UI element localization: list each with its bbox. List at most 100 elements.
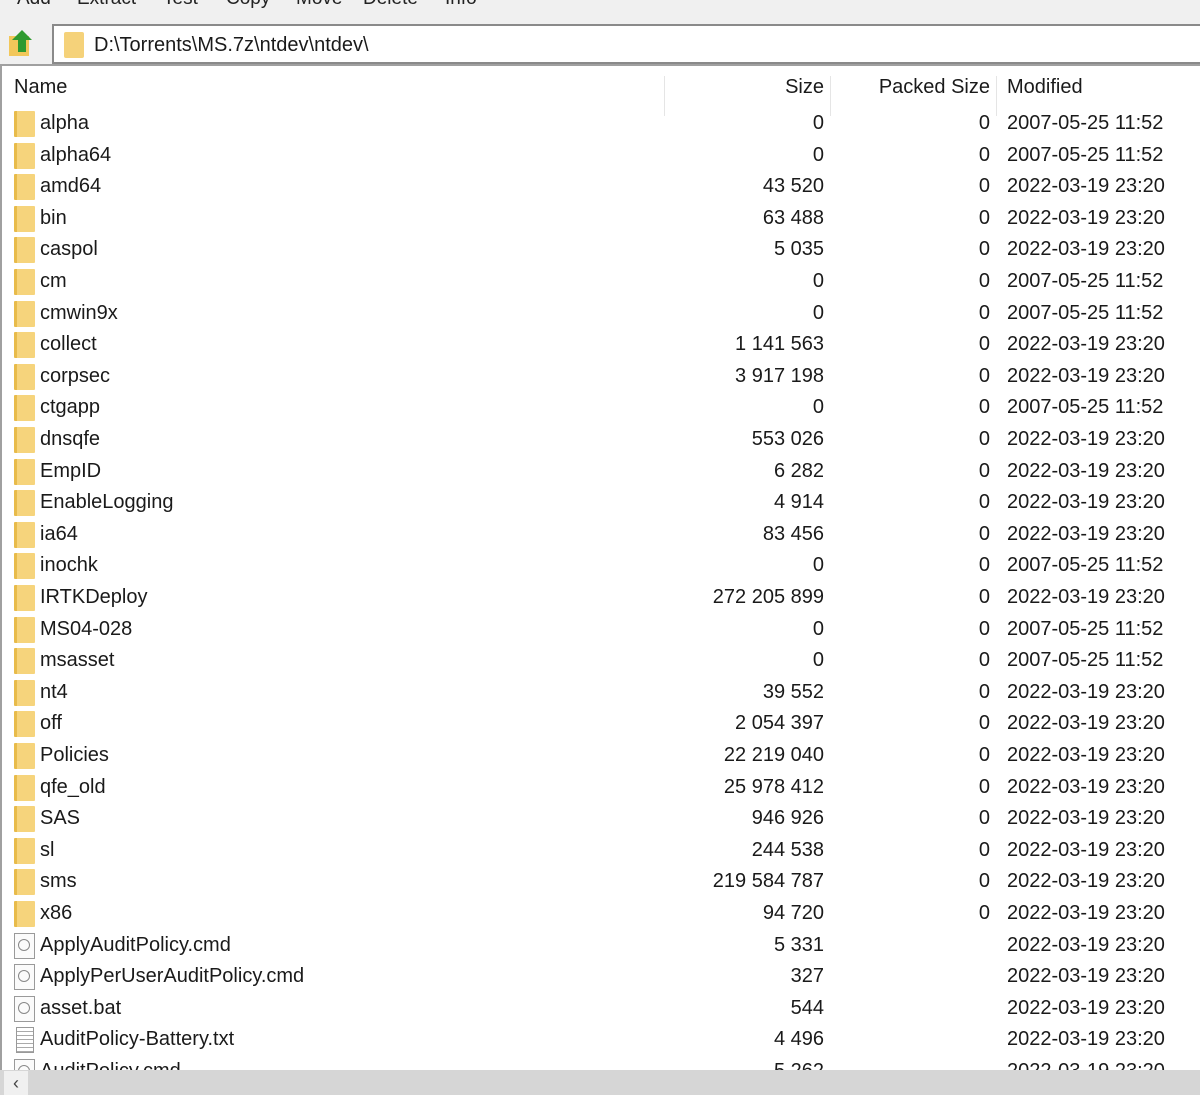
packed-size: 0 (978, 586, 990, 608)
modified-date: 2022-03-19 23:20 (1007, 870, 1165, 893)
table-row[interactable]: EnableLogging 4 914 0 2022-03-19 23:20 (2, 487, 1200, 519)
table-row[interactable]: collect 1 141 563 0 2022-03-19 23:20 (2, 329, 1200, 361)
up-folder-button[interactable] (6, 28, 38, 58)
delete-button[interactable]: Delete (363, 0, 418, 10)
folder-icon (14, 869, 35, 896)
file-size: 83 456 (762, 522, 824, 545)
table-row[interactable]: bin 63 488 0 2022-03-19 23:20 (2, 203, 1200, 235)
file-size: 0 (812, 270, 824, 292)
column-packed-size[interactable]: Packed Size (879, 76, 990, 99)
table-row[interactable]: cm 0 0 2007-05-25 11:52 (2, 266, 1200, 298)
folder-icon (14, 269, 35, 295)
table-row[interactable]: off 2 054 397 0 2022-03-19 23:20 (2, 708, 1200, 740)
modified-date: 2022-03-19 23:20 (1007, 933, 1165, 956)
add-button[interactable]: Add (17, 0, 51, 10)
table-row[interactable]: MS04-028 0 0 2007-05-25 11:52 (2, 614, 1200, 646)
packed-size: 0 (978, 680, 990, 703)
modified-date: 2022-03-19 23:20 (1007, 807, 1165, 830)
table-row[interactable]: ia64 83 456 0 2022-03-19 23:20 (2, 519, 1200, 551)
column-size[interactable]: Size (785, 76, 824, 99)
file-list[interactable]: Name Size Packed Size Modified alpha 0 0 20… (0, 64, 1200, 1070)
info-button[interactable]: Info (445, 0, 477, 10)
file-size: 327 (790, 965, 824, 988)
table-row[interactable]: dnsqfe 553 026 0 2022-03-19 23:20 (2, 424, 1200, 456)
modified-date: 2007-05-25 11:52 (1007, 112, 1164, 134)
folder-icon (14, 774, 35, 801)
table-row[interactable]: ApplyAuditPolicy.cmd 5 331 2022-03-19 23:2… (2, 930, 1200, 962)
table-row[interactable]: AuditPolicy.cmd 5 262 2022-03-19 23:20 (2, 1056, 1200, 1070)
address-bar[interactable]: D:\Torrents\MS.7z\ntdev\ntdev\ (52, 24, 1200, 64)
file-size: 43 520 (762, 175, 824, 198)
table-row[interactable]: AuditPolicy-Battery.txt 4 496 2022-03-19 2… (2, 1024, 1200, 1056)
file-name: msasset (40, 649, 115, 672)
modified-date: 2022-03-19 23:20 (1007, 965, 1165, 988)
modified-date: 2007-05-25 11:52 (1007, 649, 1164, 672)
modified-date: 2007-05-25 11:52 (1007, 301, 1164, 324)
file-name: caspol (40, 238, 98, 261)
packed-size: 0 (978, 301, 990, 324)
file-name: ia64 (40, 522, 78, 545)
folder-up-icon (9, 30, 32, 56)
modified-date: 2007-05-25 11:52 (1007, 617, 1164, 640)
file-name: ApplyAuditPolicy.cmd (40, 933, 231, 956)
table-row[interactable]: SAS 946 926 0 2022-03-19 23:20 (2, 803, 1200, 835)
file-size: 5 035 (773, 238, 824, 261)
packed-size: 0 (978, 554, 990, 577)
table-row[interactable]: amd64 43 520 0 2022-03-19 23:20 (2, 171, 1200, 203)
address-path[interactable]: D:\Torrents\MS.7z\ntdev\ntdev\ (94, 34, 369, 57)
packed-size: 0 (978, 428, 990, 450)
table-row[interactable]: alpha 0 0 2007-05-25 11:52 (2, 108, 1200, 140)
table-row[interactable]: x86 94 720 0 2022-03-19 23:20 (2, 898, 1200, 930)
table-row[interactable]: sl 244 538 0 2022-03-19 23:20 (2, 835, 1200, 867)
file-size: 946 926 (751, 807, 824, 830)
file-size: 219 584 787 (712, 870, 824, 893)
table-row[interactable]: ctgapp 0 0 2007-05-25 11:52 (2, 392, 1200, 424)
table-row[interactable]: caspol 5 035 0 2022-03-19 23:20 (2, 234, 1200, 266)
table-row[interactable]: EmpID 6 282 0 2022-03-19 23:20 (2, 456, 1200, 488)
file-name: cmwin9x (40, 301, 118, 324)
file-size: 22 219 040 (723, 744, 824, 766)
table-row[interactable]: corpsec 3 917 198 0 2022-03-19 23:20 (2, 361, 1200, 393)
table-row[interactable]: IRTKDeploy 272 205 899 0 2022-03-19 23:20 (2, 582, 1200, 614)
table-row[interactable]: asset.bat 544 2022-03-19 23:20 (2, 993, 1200, 1025)
move-button[interactable]: Move (296, 0, 342, 10)
file-size: 4 914 (773, 491, 824, 514)
file-size: 0 (812, 112, 824, 134)
file-name: amd64 (40, 175, 102, 198)
modified-date: 2022-03-19 23:20 (1007, 428, 1165, 450)
modified-date: 2007-05-25 11:52 (1007, 396, 1164, 419)
table-row[interactable]: qfe_old 25 978 412 0 2022-03-19 23:20 (2, 772, 1200, 804)
file-size: 553 026 (751, 428, 824, 450)
file-size: 1 141 563 (735, 333, 824, 356)
file-name: dnsqfe (40, 428, 101, 450)
file-size: 0 (812, 301, 824, 324)
column-modified[interactable]: Modified (1007, 76, 1083, 99)
file-size: 2 054 397 (735, 712, 824, 735)
table-row[interactable]: ApplyPerUserAuditPolicy.cmd 327 2022-03-19… (2, 961, 1200, 993)
table-row[interactable]: alpha64 0 0 2007-05-25 11:52 (2, 140, 1200, 172)
modified-date: 2022-03-19 23:20 (1007, 522, 1165, 545)
modified-date: 2022-03-19 23:20 (1007, 996, 1165, 1019)
column-name[interactable]: Name (14, 76, 67, 99)
file-size: 0 (812, 649, 824, 672)
file-name: sms (40, 870, 77, 893)
table-row[interactable]: nt4 39 552 0 2022-03-19 23:20 (2, 677, 1200, 709)
packed-size: 0 (978, 112, 990, 134)
table-row[interactable]: sms 219 584 787 0 2022-03-19 23:20 (2, 866, 1200, 898)
folder-icon (64, 32, 84, 58)
table-row[interactable]: inochk 0 0 2007-05-25 11:52 (2, 550, 1200, 582)
extract-button[interactable]: Extract (77, 0, 136, 10)
table-row[interactable]: Policies 22 219 040 0 2022-03-19 23:20 (2, 740, 1200, 772)
file-name: bin (40, 206, 67, 229)
table-row[interactable]: cmwin9x 0 0 2007-05-25 11:52 (2, 298, 1200, 330)
folder-icon (14, 553, 35, 580)
column-header: Name Size Packed Size Modified (2, 66, 1200, 116)
file-size: 6 282 (773, 459, 824, 482)
script-file-icon (14, 964, 35, 991)
test-button[interactable]: Test (163, 0, 198, 10)
packed-size: 0 (978, 744, 990, 766)
table-row[interactable]: msasset 0 0 2007-05-25 11:52 (2, 645, 1200, 677)
horizontal-scrollbar[interactable]: ‹ (0, 1070, 1200, 1095)
copy-button[interactable]: Copy (226, 0, 270, 10)
scroll-left-arrow-icon[interactable]: ‹ (4, 1071, 28, 1095)
